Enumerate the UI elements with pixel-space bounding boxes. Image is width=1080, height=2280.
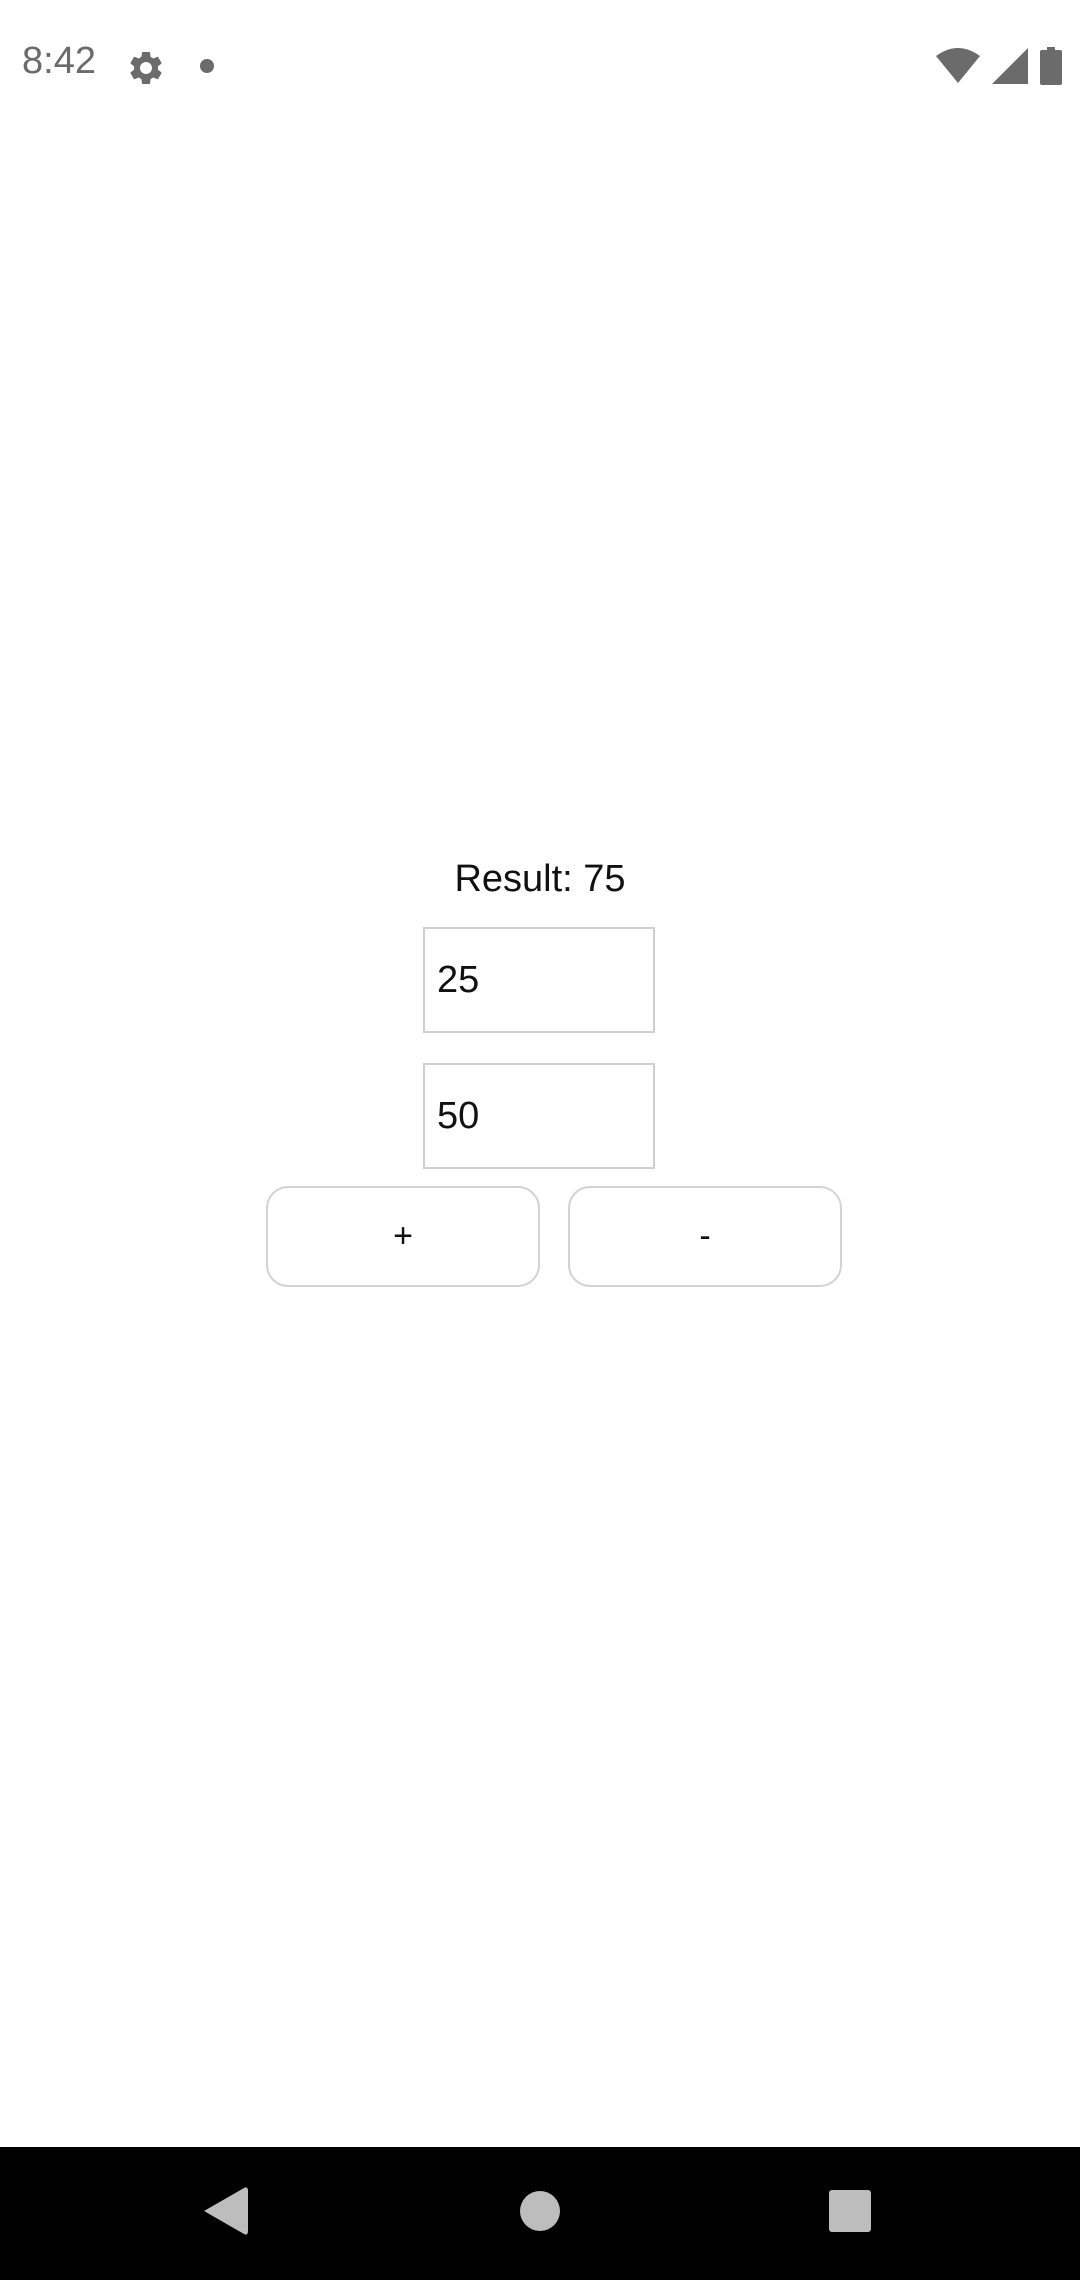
recents-button[interactable] <box>780 2147 920 2280</box>
subtract-button-label: - <box>699 1217 711 1255</box>
status-bar: 8:42 <box>0 0 1080 135</box>
subtract-button[interactable]: - <box>568 1186 842 1287</box>
battery-icon <box>1040 46 1062 90</box>
recents-icon <box>829 2190 871 2237</box>
notification-dot-icon <box>200 59 214 73</box>
result-label: Result: 75 <box>454 858 626 900</box>
first-number-input[interactable] <box>423 927 655 1033</box>
second-number-input[interactable] <box>423 1063 655 1169</box>
home-icon <box>519 2190 561 2237</box>
home-button[interactable] <box>470 2147 610 2280</box>
app-screen: 8:42 Result: 75 25 50 + - <box>0 0 1080 2280</box>
back-icon <box>204 2186 248 2241</box>
signal-icon <box>992 47 1028 89</box>
add-button[interactable]: + <box>266 1186 540 1287</box>
status-icons <box>936 46 1062 90</box>
back-button[interactable] <box>156 2147 296 2280</box>
navigation-bar <box>0 2147 1080 2280</box>
status-time: 8:42 <box>22 40 96 82</box>
add-button-label: + <box>393 1217 413 1255</box>
wifi-icon <box>936 47 980 89</box>
gear-icon <box>126 48 166 88</box>
